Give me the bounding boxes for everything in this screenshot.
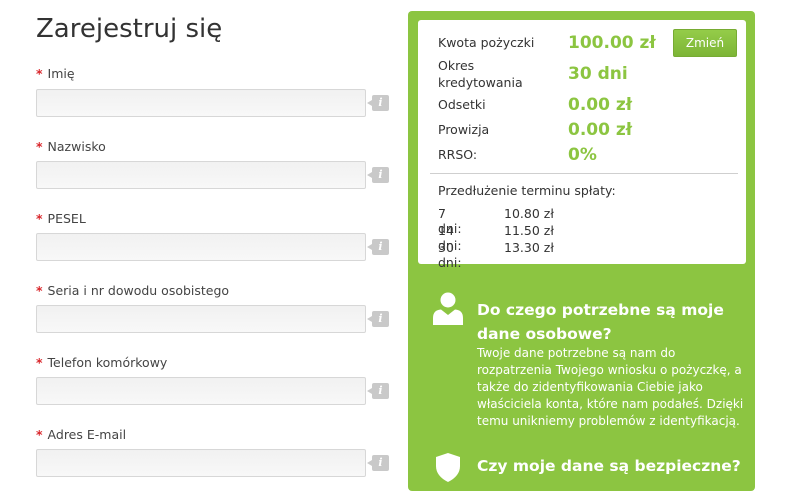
- extension-title: Przedłużenie terminu spłaty:: [438, 183, 616, 198]
- required-mark: *: [36, 355, 43, 370]
- shield-icon: [436, 453, 460, 482]
- field-id-card: * Seria i nr dowodu osobistego i: [36, 281, 416, 335]
- period-value: 30 dni: [568, 64, 628, 84]
- fee-label: Prowizja: [438, 122, 490, 137]
- field-first-name: * Imię i: [36, 64, 416, 119]
- extension-price: 13.30 zł: [504, 240, 554, 255]
- info-icon[interactable]: i: [367, 455, 389, 471]
- required-mark: *: [36, 211, 43, 226]
- pesel-input[interactable]: [36, 233, 366, 261]
- email-label: * Adres E-mail: [36, 427, 127, 442]
- required-mark: *: [36, 283, 43, 298]
- required-mark: *: [36, 139, 43, 154]
- rrso-label: RRSO:: [438, 147, 478, 162]
- pesel-label: * PESEL: [36, 211, 86, 226]
- user-icon: [433, 292, 463, 325]
- fee-value: 0.00 zł: [568, 120, 633, 140]
- summary-divider: [430, 173, 738, 174]
- id-card-input[interactable]: [36, 305, 366, 333]
- field-phone: * Telefon komórkowy i: [36, 353, 416, 407]
- faq-title: Czy moje dane są bezpieczne?: [477, 457, 741, 475]
- required-mark: *: [36, 66, 43, 81]
- field-email: * Adres E-mail i: [36, 425, 416, 479]
- page-title: Zarejestruj się: [36, 14, 223, 44]
- field-pesel: * PESEL i: [36, 209, 416, 263]
- first-name-input[interactable]: [36, 89, 366, 117]
- info-icon[interactable]: i: [367, 239, 389, 255]
- extension-price: 10.80 zł: [504, 206, 554, 221]
- faq-title: Do czego potrzebne są moje dane osobowe?: [477, 301, 724, 343]
- rrso-value: 0%: [568, 145, 597, 165]
- field-last-name: * Nazwisko i: [36, 137, 416, 191]
- period-label-line1: Okres: [438, 58, 475, 73]
- id-card-label: * Seria i nr dowodu osobistego: [36, 283, 230, 298]
- period-label-line2: kredytowania: [438, 75, 523, 90]
- change-button[interactable]: Zmień: [673, 29, 737, 57]
- phone-input[interactable]: [36, 377, 366, 405]
- interest-label: Odsetki: [438, 97, 486, 112]
- interest-value: 0.00 zł: [568, 95, 633, 115]
- info-icon[interactable]: i: [367, 383, 389, 399]
- amount-value: 100.00 zł: [568, 33, 656, 53]
- info-icon[interactable]: i: [367, 311, 389, 327]
- first-name-label: * Imię: [36, 66, 75, 81]
- info-icon[interactable]: i: [367, 167, 389, 183]
- phone-label: * Telefon komórkowy: [36, 355, 168, 370]
- info-icon[interactable]: i: [367, 95, 389, 111]
- extension-price: 11.50 zł: [504, 223, 554, 238]
- extension-days: 30 dni:: [438, 240, 462, 270]
- required-mark: *: [36, 427, 43, 442]
- last-name-input[interactable]: [36, 161, 366, 189]
- loan-summary-card: Kwota pożyczki 100.00 zł Zmień Okres kre…: [418, 20, 746, 270]
- amount-label: Kwota pożyczki: [438, 35, 535, 50]
- last-name-label: * Nazwisko: [36, 139, 106, 154]
- faq-text: Twoje dane potrzebne są nam do rozpatrze…: [477, 346, 744, 428]
- email-input[interactable]: [36, 449, 366, 477]
